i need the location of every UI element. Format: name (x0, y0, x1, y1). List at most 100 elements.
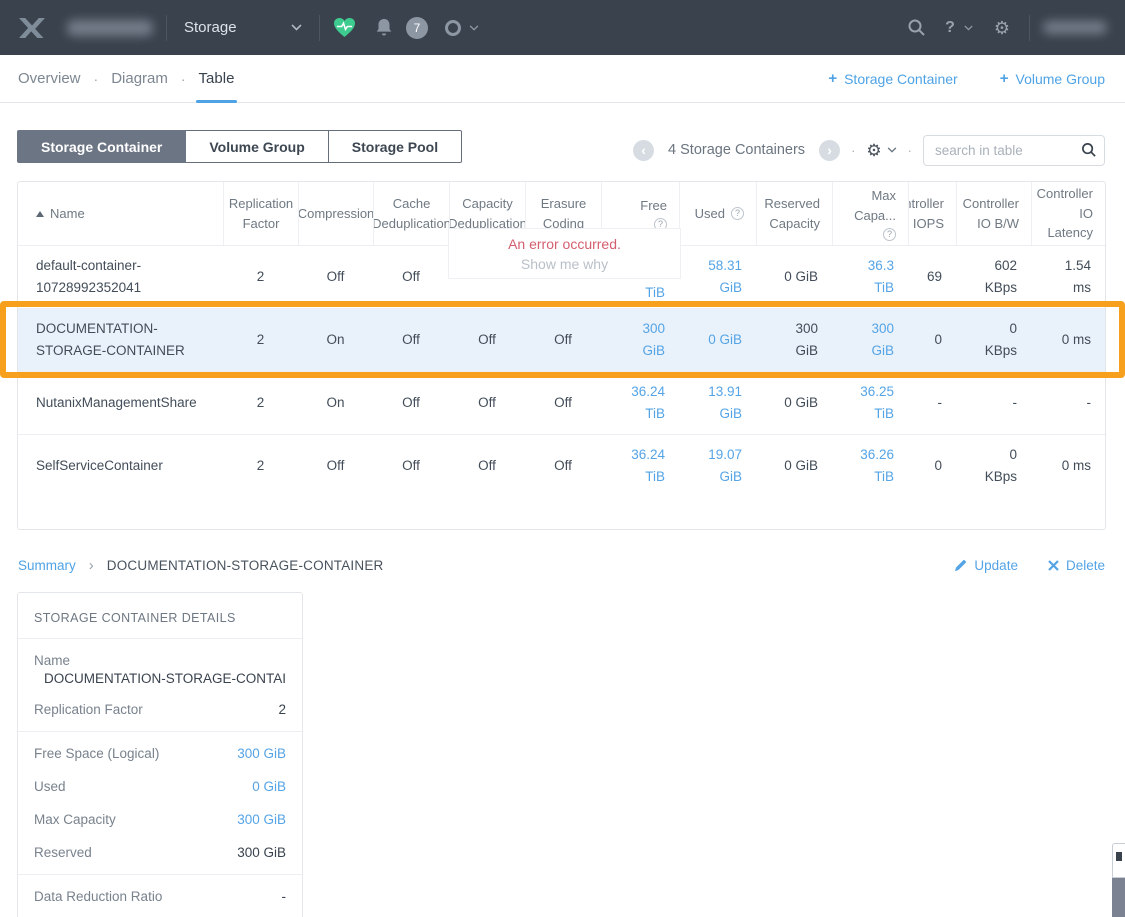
breadcrumb: Summary › DOCUMENTATION-STORAGE-CONTAINE… (18, 557, 383, 574)
notifications-bell-icon[interactable] (375, 18, 393, 37)
delete-button[interactable]: Delete (1048, 558, 1105, 573)
subnav-link-overview[interactable]: Overview (18, 70, 81, 87)
cell-free[interactable]: 36.24 TiB (601, 435, 679, 497)
detail-label: Max Capacity (34, 812, 116, 827)
dot-separator: · (851, 143, 855, 158)
cell-used[interactable]: 19.07 GiB (679, 435, 756, 497)
cell-max-capacity[interactable]: 36.3 TiB (832, 246, 908, 308)
update-button[interactable]: Update (954, 558, 1018, 573)
column-label: Used (695, 204, 725, 224)
detail-label: Data Reduction Ratio (34, 889, 162, 904)
dot-separator: · (94, 71, 99, 87)
detail-value[interactable]: 300 GiB (237, 746, 286, 761)
column-label: Replication Factor (229, 194, 293, 233)
top-navbar: Storage 7 ? ⚙ (0, 0, 1125, 55)
subnav-link-diagram[interactable]: Diagram (111, 70, 168, 87)
column-label: Free (640, 196, 667, 216)
help-icon[interactable]: ? (883, 228, 896, 241)
cell-free[interactable]: 300 GiB (601, 309, 679, 371)
search-icon[interactable] (907, 18, 926, 37)
product-dropdown[interactable]: Storage (184, 19, 302, 36)
divider (166, 15, 167, 41)
detail-value[interactable]: 300 GiB (237, 812, 286, 827)
detail-value[interactable]: 0 GiB (252, 779, 286, 794)
floating-edge-widget[interactable] (1112, 843, 1125, 917)
next-page-button[interactable]: › (819, 140, 840, 161)
table-settings-dropdown[interactable]: ⚙ (866, 142, 896, 159)
search-icon[interactable] (1081, 142, 1097, 158)
column-label: Compression (298, 204, 373, 224)
column-label: Controller IO Latency (1032, 184, 1093, 243)
table-row[interactable]: NutanixManagementShare2OnOffOffOff36.24 … (18, 371, 1105, 434)
detail-row-used: Used0 GiB (34, 770, 286, 803)
cell-free[interactable]: 36.24 TiB (601, 372, 679, 434)
column-label: Cache Deduplication (373, 194, 449, 233)
table-row[interactable]: DOCUMENTATION-STORAGE-CONTAINER2OnOffOff… (18, 308, 1105, 371)
cell-io-latency: 0 ms (1031, 309, 1105, 371)
cell-replication-factor: 2 (223, 435, 298, 497)
chevron-down-icon[interactable] (469, 25, 479, 31)
tab-volume-group[interactable]: Volume Group (186, 130, 328, 163)
cell-used[interactable]: 58.31 GiB (679, 246, 756, 308)
cell-max-capacity[interactable]: 36.25 TiB (832, 372, 908, 434)
cell-max-capacity[interactable]: 36.26 TiB (832, 435, 908, 497)
ring-status-icon[interactable] (445, 20, 461, 36)
cell-io-latency: - (1031, 372, 1105, 434)
cell-io-bw: 0 KBps (956, 309, 1031, 371)
column-header-replication-factor[interactable]: Replication Factor (223, 182, 298, 245)
cell-used[interactable]: 13.91 GiB (679, 372, 756, 434)
detail-label: Replication Factor (34, 702, 143, 717)
divider (18, 874, 302, 875)
dot-separator: · (908, 143, 912, 158)
cell-used[interactable]: 0 GiB (679, 309, 756, 371)
detail-row-free-space-logical: Free Space (Logical)300 GiB (34, 737, 286, 770)
tab-storage-container[interactable]: Storage Container (17, 130, 186, 163)
chevron-down-icon (291, 24, 302, 31)
column-label: Name (50, 204, 85, 224)
detail-row-reserved: Reserved300 GiB (34, 836, 286, 869)
add-volume-group-button[interactable]: +Volume Group (1000, 70, 1105, 87)
health-heart-icon[interactable] (333, 17, 356, 38)
cell-replication-factor: 2 (223, 309, 298, 371)
column-header-max-capacity[interactable]: Max Capa...? (832, 182, 908, 245)
cell-max-capacity[interactable]: 300 GiB (832, 309, 908, 371)
divider (18, 731, 302, 732)
column-header-iops[interactable]: Controller IOPS (908, 182, 956, 245)
cell-reserved: 0 GiB (756, 372, 832, 434)
cell-name: default-container-10728992352041 (18, 246, 223, 308)
column-header-io-bw[interactable]: Controller IO B/W (956, 182, 1031, 245)
subnav-link-table[interactable]: Table (199, 70, 235, 87)
cell-erasure: Off (525, 372, 601, 434)
error-show-me-why-link[interactable]: Show me why (521, 256, 608, 272)
help-menu[interactable]: ? (945, 19, 955, 37)
column-label: Max Capa... (833, 186, 896, 225)
column-header-io-latency[interactable]: Controller IO Latency (1031, 182, 1105, 245)
table-search-input[interactable] (923, 135, 1105, 166)
alert-count-badge[interactable]: 7 (406, 17, 428, 39)
help-icon[interactable]: ? (731, 207, 744, 220)
cell-compression: On (298, 309, 373, 371)
table-gear-icon: ⚙ (866, 142, 881, 159)
cell-io-bw: 0 KBps (956, 435, 1031, 497)
table-row[interactable]: SelfServiceContainer2OffOffOffOff36.24 T… (18, 434, 1105, 497)
column-header-cache-dedup[interactable]: Cache Deduplication (373, 182, 449, 245)
cluster-name-redacted[interactable] (67, 20, 153, 36)
cell-cache-dedup: Off (373, 246, 449, 308)
edge-widget-handle[interactable] (1112, 843, 1125, 878)
username-redacted[interactable] (1043, 21, 1107, 34)
breadcrumb-chevron-icon: › (89, 557, 94, 574)
divider (319, 15, 320, 41)
breadcrumb-summary-link[interactable]: Summary (18, 558, 76, 573)
cell-capacity-dedup: Off (449, 372, 525, 434)
column-header-used[interactable]: Used? (679, 182, 756, 245)
tab-storage-pool[interactable]: Storage Pool (329, 130, 462, 163)
settings-gear-icon[interactable]: ⚙ (994, 19, 1010, 37)
column-header-name[interactable]: Name (18, 182, 223, 245)
chevron-down-icon[interactable] (964, 25, 973, 31)
cell-iops: 0 (908, 435, 956, 497)
add-storage-container-button[interactable]: +Storage Container (828, 70, 957, 87)
column-header-compression[interactable]: Compression (298, 182, 373, 245)
prev-page-button[interactable]: ‹ (633, 140, 654, 161)
column-header-reserved[interactable]: Reserved Capacity (756, 182, 832, 245)
nutanix-logo-icon[interactable] (18, 16, 46, 40)
